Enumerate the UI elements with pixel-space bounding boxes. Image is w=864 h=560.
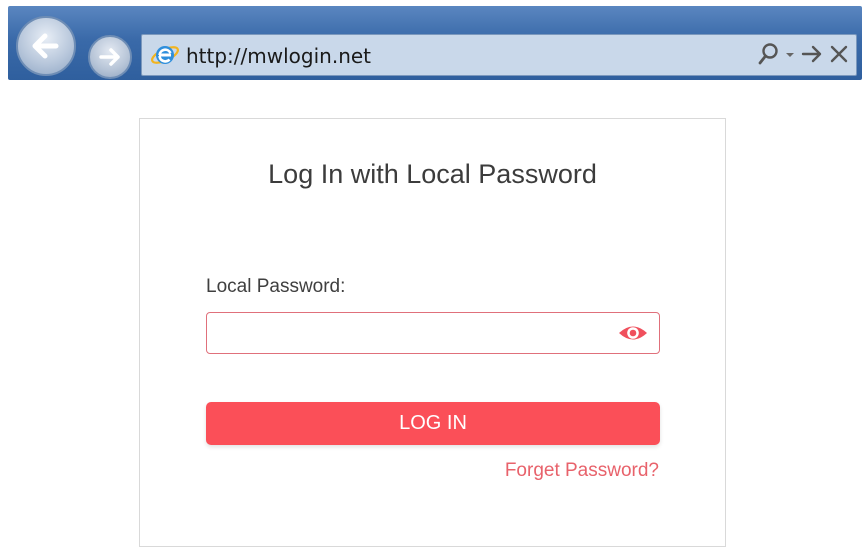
eye-icon[interactable] — [617, 321, 649, 345]
password-input[interactable] — [215, 317, 609, 351]
address-bar[interactable]: http://mwlogin.net — [141, 34, 857, 76]
page: http://mwlogin.net Log In with Local Pas… — [0, 0, 864, 560]
close-icon[interactable] — [828, 42, 850, 71]
back-arrow-icon — [32, 33, 59, 59]
address-tools — [758, 42, 850, 71]
forward-arrow-icon — [99, 48, 120, 66]
back-button[interactable] — [16, 16, 76, 76]
login-button[interactable]: LOG IN — [206, 402, 660, 445]
chevron-down-icon[interactable] — [784, 42, 796, 71]
go-arrow-icon[interactable] — [800, 42, 824, 71]
ie-logo-icon — [151, 46, 179, 64]
search-icon[interactable] — [758, 42, 780, 71]
password-field[interactable] — [206, 312, 660, 354]
forward-button[interactable] — [88, 35, 132, 79]
password-label: Local Password: — [206, 276, 346, 297]
forget-password-link[interactable]: Forget Password? — [505, 460, 659, 482]
login-card: Log In with Local Password Local Passwor… — [139, 118, 726, 547]
browser-toolbar: http://mwlogin.net — [8, 6, 862, 80]
page-title: Log In with Local Password — [268, 159, 597, 189]
url-text[interactable]: http://mwlogin.net — [186, 44, 371, 68]
